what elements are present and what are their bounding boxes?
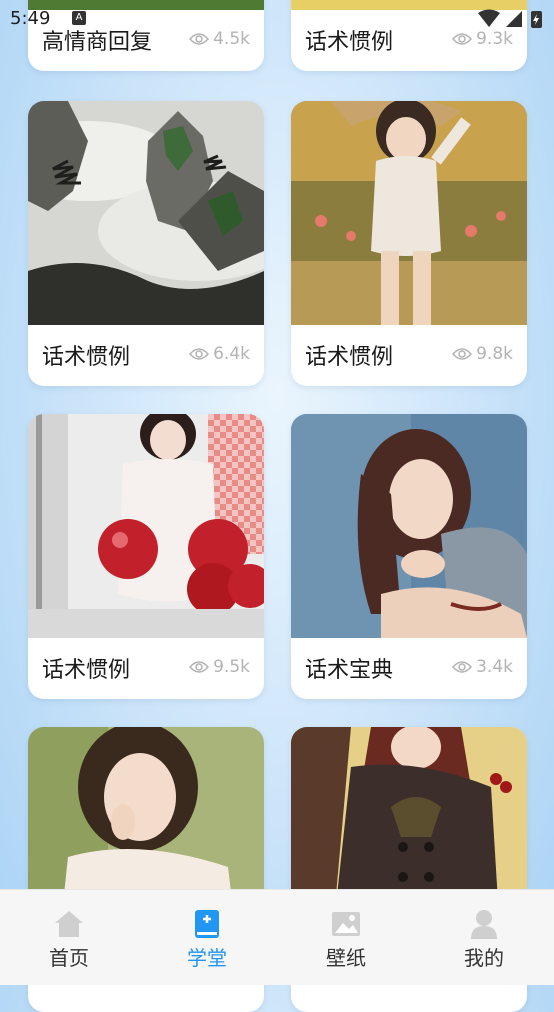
eye-icon bbox=[189, 348, 210, 360]
view-count: 9.8k bbox=[452, 344, 513, 364]
card-title: 话术惯例 bbox=[305, 345, 394, 370]
book-icon bbox=[195, 910, 219, 938]
card-title: 话术宝典 bbox=[305, 658, 394, 683]
eye-icon bbox=[452, 33, 473, 45]
card-image-blue-portrait bbox=[291, 414, 527, 638]
view-count-value: 3.4k bbox=[476, 657, 513, 677]
card-title: 话术惯例 bbox=[42, 345, 131, 370]
signal-battery-icon bbox=[478, 9, 542, 28]
nav-item-wallpaper[interactable]: 壁纸 bbox=[277, 890, 415, 985]
nav-item-home[interactable]: 首页 bbox=[0, 890, 138, 985]
eye-icon bbox=[189, 33, 210, 45]
view-count: 3.4k bbox=[452, 657, 513, 677]
nav-label-profile: 我的 bbox=[464, 946, 504, 970]
status-bar: 5:49 A bbox=[0, 0, 554, 34]
home-icon bbox=[55, 911, 83, 937]
article-card[interactable]: 话术宝典 3.4k bbox=[291, 414, 527, 699]
view-count: 6.4k bbox=[189, 344, 250, 364]
image-icon bbox=[332, 912, 360, 936]
eye-icon bbox=[452, 661, 473, 673]
user-icon bbox=[471, 910, 497, 939]
status-time: 5:49 bbox=[10, 8, 51, 29]
card-image-red-balloons bbox=[28, 414, 264, 638]
bottom-nav: 首页 学堂 壁纸 我的 bbox=[0, 889, 554, 985]
eye-icon bbox=[452, 348, 473, 360]
card-image-anime-girl-field bbox=[291, 101, 527, 325]
nav-label-home: 首页 bbox=[49, 946, 89, 970]
view-count: 9.5k bbox=[189, 657, 250, 677]
nav-item-profile[interactable]: 我的 bbox=[415, 890, 553, 985]
view-count-value: 6.4k bbox=[213, 344, 250, 364]
eye-icon bbox=[189, 661, 210, 673]
status-icons bbox=[476, 9, 546, 33]
nav-label-wallpaper: 壁纸 bbox=[326, 946, 366, 970]
card-title: 话术惯例 bbox=[42, 658, 131, 683]
view-count-value: 9.5k bbox=[213, 657, 250, 677]
article-card[interactable]: 话术惯例 9.5k bbox=[28, 414, 264, 699]
notification-icon: A bbox=[72, 11, 86, 25]
view-count-value: 9.8k bbox=[476, 344, 513, 364]
nav-label-school: 学堂 bbox=[187, 946, 227, 970]
card-image-ink-landscape bbox=[28, 101, 264, 325]
article-card[interactable]: 话术惯例 9.8k bbox=[291, 101, 527, 386]
article-grid: 高情商回复 4.5k 话术惯例 9.3k 话术惯例 6.4k 话术惯例 9.8k… bbox=[0, 0, 554, 1012]
article-card[interactable]: 话术惯例 6.4k bbox=[28, 101, 264, 386]
nav-item-school[interactable]: 学堂 bbox=[138, 890, 276, 985]
